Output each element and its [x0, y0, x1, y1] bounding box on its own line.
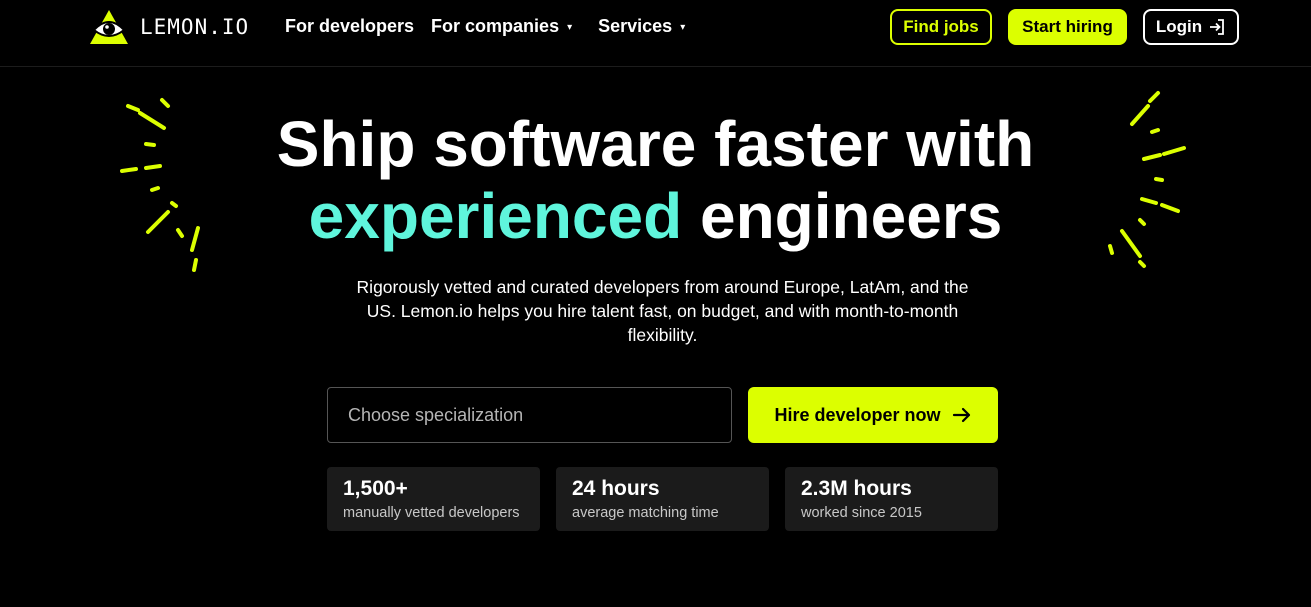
stat-card-matching: 24 hours average matching time: [556, 467, 769, 531]
find-jobs-label: Find jobs: [903, 17, 979, 36]
hero-title-line1: Ship software faster with: [276, 108, 1035, 180]
stat-card-hours: 2.3M hours worked since 2015: [785, 467, 998, 531]
stat-value: 1,500+: [343, 477, 408, 500]
nav-label: For companies: [431, 16, 560, 36]
stat-card-developers: 1,500+ manually vetted developers: [327, 467, 540, 531]
main-nav: For developers For companies ▾ Services …: [285, 16, 685, 37]
find-jobs-button[interactable]: Find jobs: [890, 9, 992, 45]
hero-subtitle: Rigorously vetted and curated developers…: [356, 277, 969, 345]
stat-label: average matching time: [572, 505, 719, 521]
nav-label: Services: [598, 16, 673, 36]
hire-developer-label: Hire developer now: [774, 404, 941, 425]
stat-label: worked since 2015: [801, 505, 922, 521]
specialization-placeholder: Choose specialization: [348, 404, 524, 425]
hero-title-rest: engineers: [682, 180, 1003, 252]
nav-for-companies[interactable]: For companies ▾: [431, 16, 572, 37]
stat-value: 2.3M hours: [801, 477, 912, 500]
stat-label: manually vetted developers: [343, 505, 520, 521]
login-arrow-icon: [1208, 18, 1226, 36]
hero-title-line2: experienced engineers: [0, 180, 1311, 252]
nav-services[interactable]: Services ▾: [598, 16, 685, 37]
page: LEMON.IO For developers For companies ▾ …: [0, 0, 1311, 607]
nav-for-developers[interactable]: For developers: [285, 16, 414, 37]
nav-label: For developers: [285, 16, 415, 36]
stat-value: 24 hours: [572, 477, 660, 500]
caret-down-icon: ▾: [680, 22, 686, 33]
caret-down-icon: ▾: [567, 22, 573, 33]
hero-title: Ship software faster with experienced en…: [0, 108, 1311, 252]
hero-title-accent: experienced: [308, 180, 683, 252]
arrow-right-icon: [952, 406, 972, 424]
specialization-select[interactable]: Choose specialization: [327, 387, 732, 443]
hire-developer-button[interactable]: Hire developer now: [748, 387, 998, 443]
